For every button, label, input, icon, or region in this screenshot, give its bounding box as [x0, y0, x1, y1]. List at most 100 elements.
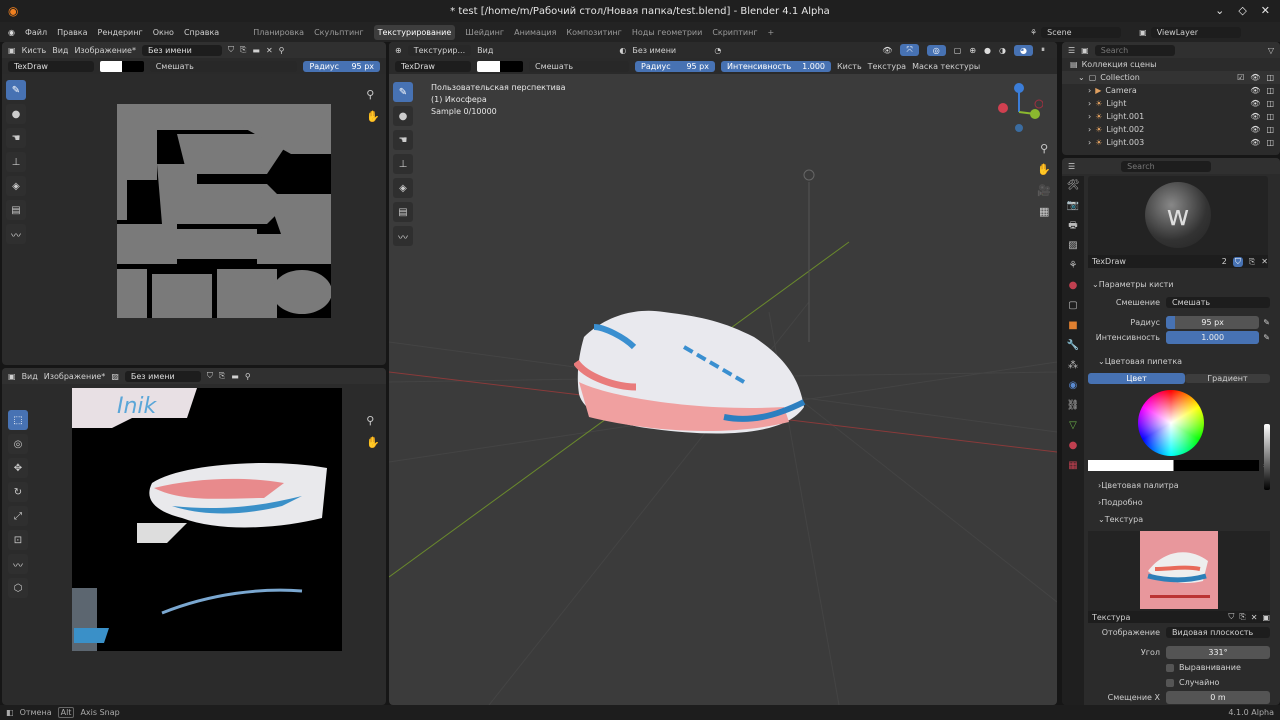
eye-icon[interactable]: 👁 — [1250, 99, 1260, 108]
outliner-row-collection[interactable]: ⌄ ▢ Collection ☑ 👁 ◫ — [1062, 71, 1280, 84]
tab-texture-paint[interactable]: Текстурирование — [373, 24, 456, 40]
color-swatch[interactable] — [1088, 460, 1260, 471]
annotate-tool-icon[interactable]: 〰 — [8, 554, 28, 574]
texture-tab-icon[interactable]: ▦ — [1062, 456, 1084, 476]
maximize-icon[interactable]: ◇ — [1238, 4, 1246, 17]
radius-slider[interactable]: 95 px — [1166, 316, 1260, 329]
texture-name[interactable]: Текстура — [1092, 613, 1223, 622]
section-texture[interactable]: ⌄ Текстура — [1086, 511, 1280, 528]
object-tab-icon[interactable]: ■ — [1062, 316, 1084, 336]
strength-slider[interactable]: 1.000 — [1166, 331, 1260, 344]
transform-tool-icon[interactable]: ⊡ — [8, 530, 28, 550]
mask-tool-icon[interactable]: ▤ — [393, 202, 413, 222]
draw-tool-icon[interactable]: ✎ — [393, 82, 413, 102]
pin-icon[interactable]: ⚲ — [279, 46, 285, 55]
tab-color[interactable]: Цвет — [1088, 372, 1185, 384]
editor-type-icon[interactable]: ▣ — [8, 372, 16, 381]
fill-tool-icon[interactable]: ◈ — [393, 178, 413, 198]
display-mode-icon[interactable]: ▣ — [1081, 46, 1089, 55]
outliner-row-light-002[interactable]: › ☀ Light.002 👁 ◫ — [1062, 123, 1280, 136]
menu-image[interactable]: Изображение* — [44, 372, 106, 381]
tab-shading[interactable]: Шейдинг — [465, 28, 504, 37]
move-tool-icon[interactable]: ✥ — [8, 458, 28, 478]
value-slider[interactable] — [1264, 424, 1270, 490]
outliner-row-scene-collection[interactable]: ▤ Коллекция сцены — [1062, 58, 1280, 71]
image-selector[interactable]: Без имени — [141, 44, 222, 56]
random-checkbox[interactable] — [1166, 678, 1174, 687]
add-workspace-button[interactable]: + — [768, 28, 775, 37]
radius-field[interactable]: Радиус 95 px — [303, 60, 381, 72]
render-tab-icon[interactable]: 📷 — [1062, 196, 1084, 216]
3d-viewport[interactable]: ⊕ Текстурир... Вид ◐ Без имени ◔ 👁 ⤧ ◎ ▢ ⊕ ● ◑… — [389, 42, 1057, 705]
pan-hand-icon[interactable]: ✋ — [366, 106, 380, 128]
camera-icon[interactable]: ◫ — [1266, 73, 1274, 82]
editor-type-icon[interactable]: ☰ — [1068, 46, 1075, 55]
tab-scripting[interactable]: Скриптинг — [712, 28, 757, 37]
camera-view-icon[interactable]: 🎥 — [1037, 180, 1051, 201]
unlink-icon[interactable]: ✕ — [1261, 257, 1268, 266]
brush-name[interactable]: TexDraw — [1092, 257, 1216, 266]
editor-type-icon[interactable]: ☰ — [1068, 162, 1075, 171]
zoom-icon[interactable]: ⚲ — [366, 84, 380, 106]
smear-tool-icon[interactable]: ☚ — [393, 130, 413, 150]
camera-icon[interactable]: ◫ — [1266, 112, 1274, 121]
menu-view[interactable]: Вид — [22, 372, 38, 381]
outliner-row-light-001[interactable]: › ☀ Light.001 👁 ◫ — [1062, 110, 1280, 123]
eye-icon[interactable]: 👁 — [1250, 112, 1260, 121]
outliner-search[interactable]: Search — [1094, 44, 1175, 56]
unlink-icon[interactable]: ✕ — [266, 46, 273, 55]
data-tab-icon[interactable]: ▽ — [1062, 416, 1084, 436]
pan-hand-icon[interactable]: ✋ — [366, 432, 380, 454]
open-image-icon[interactable]: ▬ — [252, 46, 260, 55]
tab-sculpting[interactable]: Скульптинг — [314, 28, 364, 37]
constraints-tab-icon[interactable]: ⛓ — [1062, 396, 1084, 416]
eye-icon[interactable]: 👁 — [1250, 125, 1260, 134]
brush-selector[interactable]: TexDraw — [8, 60, 95, 72]
draw-tool-icon[interactable]: ✎ — [6, 80, 26, 100]
eye-icon[interactable]: 👁 — [1250, 86, 1260, 95]
particles-tab-icon[interactable]: ⁂ — [1062, 356, 1084, 376]
section-color-picker[interactable]: ⌄ Цветовая пипетка — [1086, 353, 1280, 370]
editor-type-icon[interactable]: ▣ — [8, 46, 16, 55]
menu-file[interactable]: Файл — [25, 28, 47, 37]
tab-gradient[interactable]: Градиент — [1185, 373, 1270, 383]
tab-animation[interactable]: Анимация — [514, 28, 556, 37]
menu-render[interactable]: Рендеринг — [98, 28, 143, 37]
world-tab-icon[interactable]: ● — [1062, 276, 1084, 296]
select-tool-icon[interactable]: ⬚ — [8, 410, 28, 430]
scale-tool-icon[interactable]: ⤢ — [8, 506, 28, 526]
tab-layout[interactable]: Планировка — [253, 28, 304, 37]
section-brush-settings[interactable]: ⌄ Параметры кисти — [1086, 276, 1280, 293]
new-image-icon[interactable]: ⎘ — [240, 45, 246, 55]
checkbox-icon[interactable]: ☑ — [1237, 73, 1244, 82]
camera-icon[interactable]: ◫ — [1266, 138, 1274, 147]
scene-selector[interactable]: Scene — [1041, 26, 1122, 38]
properties-search[interactable]: Search — [1121, 160, 1212, 172]
menu-image[interactable]: Изображение* — [74, 46, 136, 55]
blend-dropdown[interactable]: Смешать — [1166, 297, 1270, 308]
browse-icon[interactable]: ▣ — [1262, 613, 1270, 622]
soften-tool-icon[interactable]: ● — [393, 106, 413, 126]
cursor-tool-icon[interactable]: ◎ — [8, 434, 28, 454]
eye-icon[interactable]: 👁 — [1250, 138, 1260, 147]
duplicate-icon[interactable]: ⎘ — [1249, 257, 1255, 267]
duplicate-icon[interactable]: ⎘ — [1239, 612, 1245, 622]
view-layer-tab-icon[interactable]: ▨ — [1062, 236, 1084, 256]
new-image-icon[interactable]: ⎘ — [219, 371, 225, 381]
menu-window[interactable]: Окно — [153, 28, 174, 37]
section-advanced[interactable]: › Подробно — [1086, 494, 1280, 511]
fake-user-icon[interactable]: ⛉ — [1228, 612, 1234, 622]
tab-geometry-nodes[interactable]: Ноды геометрии — [632, 28, 702, 37]
output-tab-icon[interactable]: 🖶 — [1062, 216, 1084, 236]
camera-icon[interactable]: ◫ — [1266, 99, 1274, 108]
soften-tool-icon[interactable]: ● — [6, 104, 26, 124]
section-color-palette[interactable]: › Цветовая палитра — [1086, 477, 1280, 494]
clone-tool-icon[interactable]: ⊥ — [6, 152, 26, 172]
image-selector[interactable]: Без имени — [124, 370, 201, 382]
menu-edit[interactable]: Правка — [57, 28, 87, 37]
modifier-tab-icon[interactable]: 🔧 — [1062, 336, 1084, 356]
scene-tab-icon[interactable]: ⚘ — [1062, 256, 1084, 276]
offset-x-field[interactable]: 0 m — [1166, 691, 1270, 704]
mode-dropdown[interactable]: Кисть — [22, 46, 47, 55]
pressure-icon[interactable]: ✎ — [1263, 333, 1270, 342]
